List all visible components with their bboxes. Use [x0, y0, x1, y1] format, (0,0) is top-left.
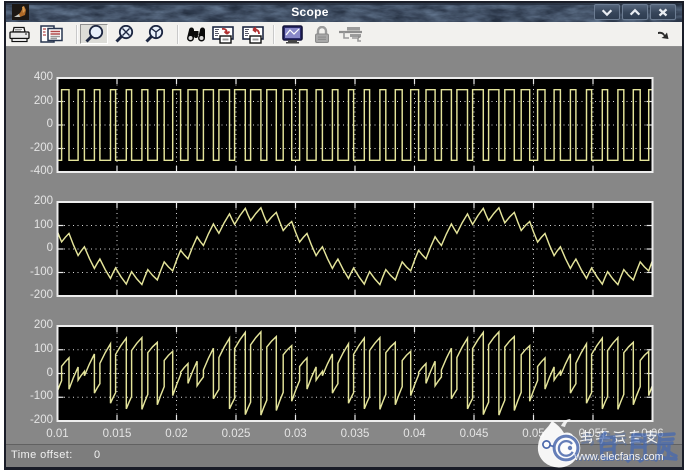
svg-text:www.elecfans.com: www.elecfans.com: [573, 451, 663, 463]
